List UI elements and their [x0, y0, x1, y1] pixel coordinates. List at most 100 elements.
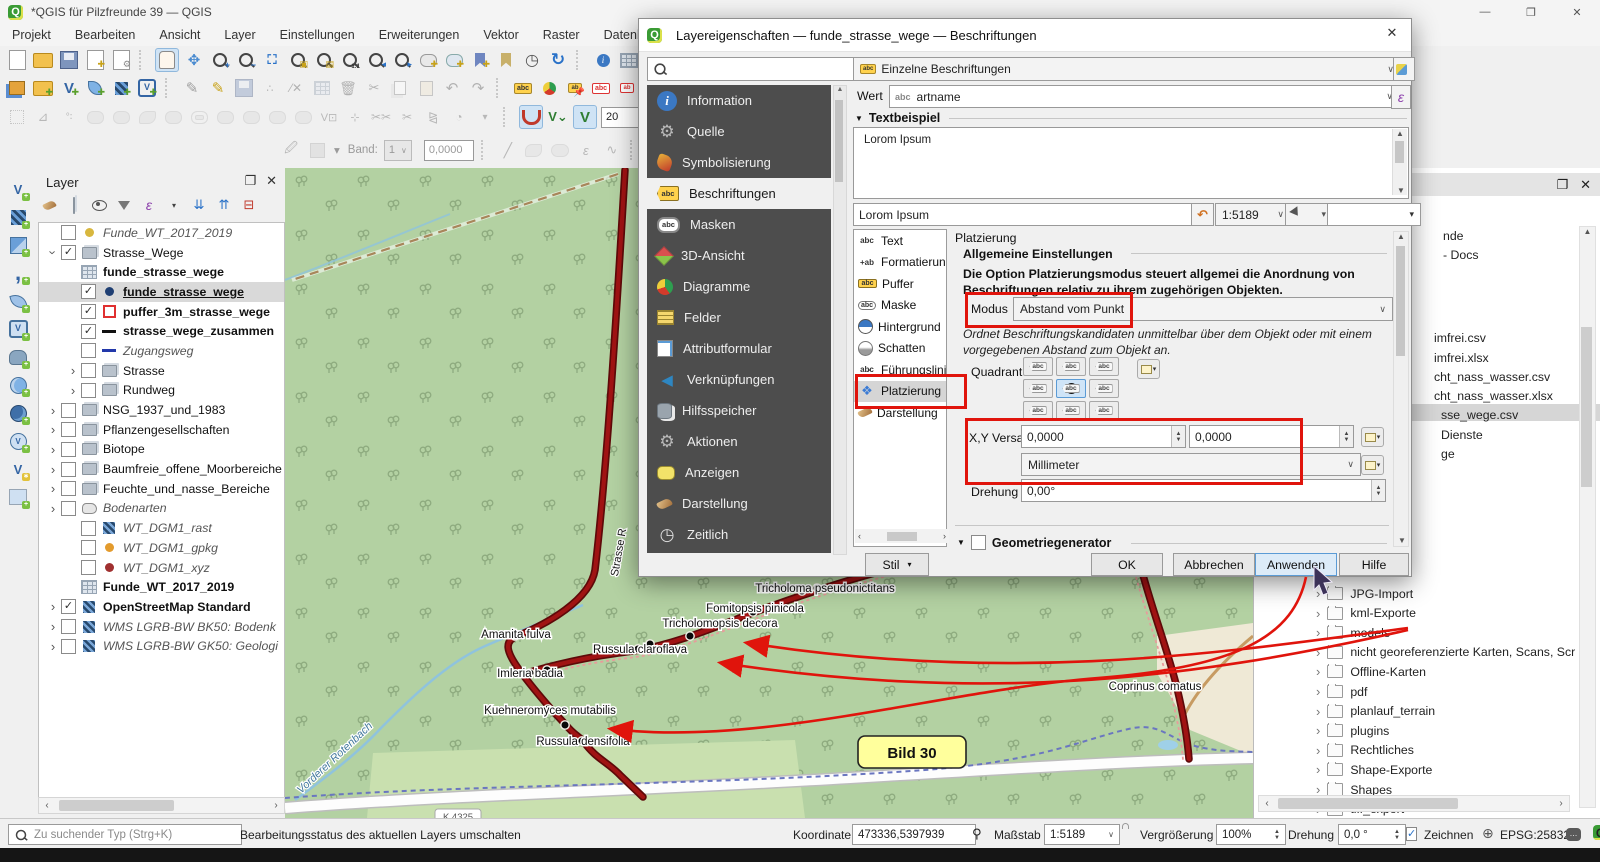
zeichnen-checkbox[interactable]: ✓: [1406, 826, 1417, 840]
quadrant-data-defined-button[interactable]: [1137, 359, 1160, 379]
move-features-icon[interactable]: [84, 106, 106, 128]
new-map-view-icon[interactable]: ✚: [417, 49, 439, 71]
quadrant-button-1-0[interactable]: abc: [1023, 379, 1053, 398]
new-gpkg-icon[interactable]: V✚: [136, 77, 158, 99]
add-wms-icon[interactable]: +: [7, 374, 29, 396]
menu-item-bearbeiten[interactable]: Bearbeiten: [75, 28, 135, 42]
layer-checkbox[interactable]: [81, 560, 96, 575]
new-vector-icon[interactable]: V✚: [58, 77, 80, 99]
close-browser-icon[interactable]: ✕: [1580, 177, 1591, 193]
temporal-controller-icon[interactable]: ◷: [521, 49, 543, 71]
quadrant-button-2-0[interactable]: abc: [1023, 401, 1053, 420]
layer-checkbox[interactable]: ✓: [61, 245, 76, 260]
raster-capsule-icon[interactable]: [549, 139, 571, 161]
quadrant-button-0-2[interactable]: abc: [1089, 357, 1119, 376]
dialog-sidebar-item-form[interactable]: Attributformular: [647, 333, 831, 364]
zoom-in-icon[interactable]: +: [209, 49, 231, 71]
save-edits-icon[interactable]: [233, 77, 255, 99]
add-postgis-icon[interactable]: +: [7, 346, 29, 368]
fill-ring-icon[interactable]: [240, 106, 262, 128]
construction-icon[interactable]: ⊿: [32, 106, 54, 128]
offset-curve-icon[interactable]: ⊹: [344, 106, 366, 128]
layer-checkbox[interactable]: ✓: [81, 304, 96, 319]
layer-tree-item[interactable]: ›✓OpenStreetMap Standard: [39, 597, 284, 617]
offset-y-spinbox[interactable]: 0,0000▲▼: [1189, 425, 1354, 448]
trim-extend-icon[interactable]: ▾: [474, 106, 496, 128]
label-tab-rendering[interactable]: Darstellung: [854, 402, 946, 424]
filter-legend-icon[interactable]: [115, 196, 133, 214]
layer-checkbox[interactable]: [61, 501, 76, 516]
layer-tree-item[interactable]: Zugangsweg: [39, 341, 284, 361]
copy-features-icon[interactable]: [389, 77, 411, 99]
show-bookmarks-icon[interactable]: [495, 49, 517, 71]
merge-features-icon[interactable]: ⧎: [422, 106, 444, 128]
stil-button[interactable]: Stil▾: [865, 553, 929, 576]
browser-folder[interactable]: ›kml-Exporte: [1316, 606, 1596, 621]
cut-features-icon[interactable]: ✂: [363, 77, 385, 99]
open-data-icon[interactable]: ✚: [32, 77, 54, 99]
ok-button[interactable]: OK: [1091, 553, 1163, 576]
redo-icon[interactable]: ↷: [467, 77, 489, 99]
browser-folder[interactable]: ›planlauf_terrain: [1316, 704, 1596, 719]
dialog-sidebar-item-info[interactable]: iInformation: [647, 85, 831, 116]
band-select[interactable]: 1∨: [384, 140, 412, 161]
browser-folder[interactable]: ›Rechtliches: [1316, 743, 1596, 758]
reset-sample-button[interactable]: ↶: [1191, 203, 1214, 226]
layer-checkbox[interactable]: [61, 639, 76, 654]
dialog-sidebar-item-labels[interactable]: abcBeschriftungen: [647, 178, 831, 209]
expand-all-icon[interactable]: ⇊: [190, 196, 208, 214]
zoom-to-selection-icon[interactable]: ▣: [287, 49, 309, 71]
current-edits-icon[interactable]: ✎: [181, 77, 203, 99]
layer-diagram-icon[interactable]: [538, 77, 560, 99]
zoom-to-layer-icon[interactable]: ▤: [313, 49, 335, 71]
layer-tree-item[interactable]: ✓funde_strasse_wege: [39, 282, 284, 302]
chevron-right-icon[interactable]: ›: [1316, 664, 1320, 679]
rotation-spinbox[interactable]: 0,00°▲▼: [1021, 479, 1386, 502]
browser-item[interactable]: cht_nass_wasser.xlsx: [1434, 389, 1553, 403]
dialog-close-icon[interactable]: ✕: [1381, 25, 1403, 45]
expander-icon[interactable]: ›: [45, 619, 61, 634]
browser-folder[interactable]: ›models: [1316, 625, 1596, 640]
quadrant-button-2-2[interactable]: abc: [1089, 401, 1119, 420]
angle-constraint-icon[interactable]: °∶: [58, 106, 80, 128]
epsg-label[interactable]: EPSG:25832: [1500, 828, 1570, 842]
zoom-full-icon[interactable]: ⛶: [261, 49, 283, 71]
bookmark-icon[interactable]: ✚: [469, 49, 491, 71]
layer-checkbox[interactable]: [61, 422, 76, 437]
layer-tree-item[interactable]: ›Feuchte_und_nasse_Bereiche: [39, 479, 284, 499]
menu-item-erweiterungen[interactable]: Erweiterungen: [379, 28, 460, 42]
menu-item-ansicht[interactable]: Ansicht: [159, 28, 200, 42]
geometry-generator-header[interactable]: ▼ Geometriegenerator: [957, 535, 1111, 550]
label-tab-format[interactable]: +abFormatierung: [854, 252, 946, 274]
tabs-hscrollbar[interactable]: ‹›: [855, 529, 949, 543]
quadrant-button-2-1[interactable]: abc: [1056, 401, 1086, 420]
globe-icon[interactable]: ⊕: [1482, 825, 1494, 842]
chevron-right-icon[interactable]: ›: [1316, 645, 1320, 660]
delete-ring-icon[interactable]: [266, 106, 288, 128]
layer-labeling-icon[interactable]: abc: [512, 77, 534, 99]
attribute-table-icon[interactable]: [618, 49, 640, 71]
layer-styling-icon[interactable]: [40, 196, 58, 214]
label-tab-shadow[interactable]: Schatten: [854, 338, 946, 360]
add-delimited-text-icon[interactable]: ,+: [7, 262, 29, 284]
chevron-right-icon[interactable]: ›: [1316, 684, 1320, 699]
raster-value-input[interactable]: 0,0000: [424, 140, 474, 161]
qgis-statusbar-icon[interactable]: Q: [1593, 825, 1600, 840]
layer-tree-item[interactable]: Funde_WT_2017_2019: [39, 223, 284, 243]
move-label-icon[interactable]: ab: [616, 77, 638, 99]
browser-folder[interactable]: ›Shape-Exporte: [1316, 762, 1596, 777]
layer-tree-item[interactable]: WT_DGM1_xyz: [39, 558, 284, 578]
browser-folder[interactable]: ›nicht georeferenzierte Karten, Scans, S…: [1316, 645, 1596, 660]
layer-checkbox[interactable]: [61, 442, 76, 457]
add-ring-icon[interactable]: [188, 106, 210, 128]
layer-tree-item[interactable]: ›Biotope: [39, 440, 284, 460]
layer-tree-item[interactable]: ✓strasse_wege_zusammen: [39, 321, 284, 341]
dialog-sidebar-item-diagrams[interactable]: Diagramme: [647, 271, 831, 302]
zoom-out-icon[interactable]: −: [235, 49, 257, 71]
browser-item[interactable]: - Docs: [1443, 248, 1479, 262]
filter-dropdown-icon[interactable]: ▾: [165, 196, 183, 214]
enable-advanced-digitizing-icon[interactable]: [6, 106, 28, 128]
browser-item[interactable]: nde: [1443, 229, 1464, 243]
label-tab-mask[interactable]: abcMaske: [854, 295, 946, 317]
browser-hscrollbar[interactable]: ‹ ›: [1258, 795, 1570, 812]
